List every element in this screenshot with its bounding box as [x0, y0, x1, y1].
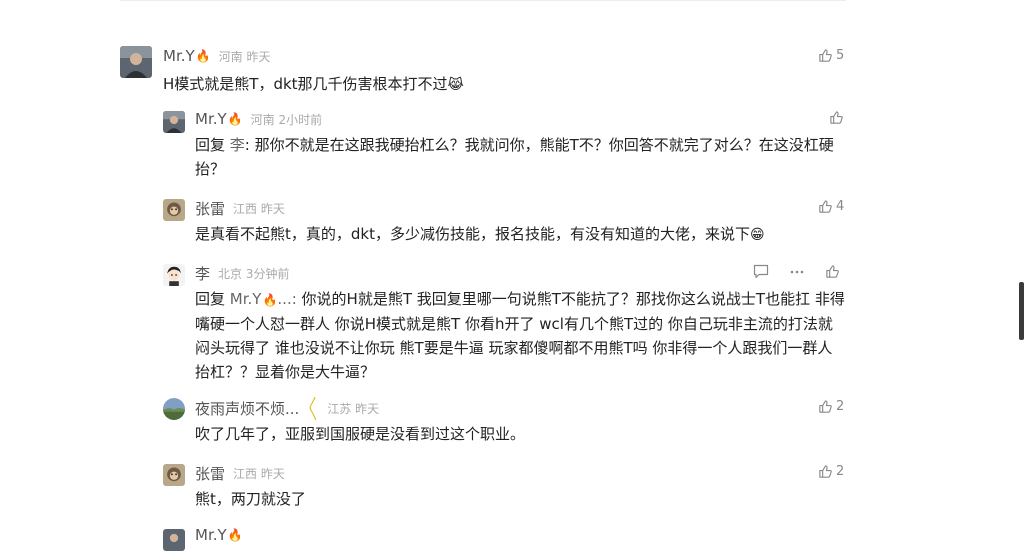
avatar[interactable]	[120, 46, 152, 78]
thumbs-up-icon	[819, 400, 832, 413]
comment-text: 是真看不起熊t，真的，dkt，多少减伤技能，报名技能，有没有知道的大佬，来说下😁	[195, 225, 765, 243]
like-count: 2	[836, 464, 845, 479]
top-divider	[120, 0, 846, 1]
comment-text: 吹了几年了，亚服到国服硬是没看到过这个职业。	[195, 425, 526, 443]
like-button[interactable]: 2	[818, 399, 844, 414]
more-icon	[790, 270, 804, 274]
avatar[interactable]	[163, 111, 185, 133]
username[interactable]: 张雷	[195, 463, 225, 484]
username[interactable]: 夜雨声烦不烦...	[195, 398, 299, 419]
thumbs-up-icon	[819, 465, 832, 478]
vip-badge-icon: 〳〵	[307, 402, 320, 416]
comment-text: 熊t，两刀就没了	[195, 490, 306, 508]
username[interactable]: 张雷	[195, 198, 225, 219]
thumbs-up-icon	[830, 111, 843, 124]
thumbs-up-icon	[819, 49, 832, 62]
comment-icon	[753, 264, 769, 279]
grin-emoji: 😁	[749, 227, 765, 243]
reply-to-user[interactable]: 李	[230, 136, 245, 154]
comment-text: 回复 Mr.Y🔥...: 你说的H就是熊T 我回复里哪一句说熊T不能抗了？那找你…	[195, 290, 845, 381]
thumbs-up-icon	[819, 200, 832, 213]
username[interactable]: Mr.Y	[163, 47, 195, 65]
avatar[interactable]	[163, 398, 185, 420]
like-button[interactable]	[825, 264, 840, 279]
comment-text: 回复 李: 那你不就是在这跟我硬抬杠么？我就问你，熊能T不？你回答不就完了对么？…	[195, 136, 834, 178]
avatar[interactable]	[163, 264, 185, 286]
comment-meta: 江西 昨天	[233, 467, 285, 481]
avatar[interactable]	[163, 529, 185, 551]
like-button[interactable]: 4	[818, 199, 844, 214]
more-button[interactable]	[789, 264, 805, 279]
cat-emoji: 😹	[447, 77, 464, 93]
comment-meta: 河南 昨天	[218, 49, 271, 64]
username[interactable]: 李	[195, 263, 210, 284]
avatar[interactable]	[163, 199, 185, 221]
comment-meta: 江西 昨天	[233, 202, 285, 216]
username[interactable]: Mr.Y	[195, 110, 227, 128]
comment-text: H模式就是熊T，dkt那几千伤害根本打不过😹	[163, 75, 464, 93]
comment-button[interactable]	[753, 264, 769, 279]
like-button[interactable]	[829, 110, 844, 125]
like-count: 2	[836, 399, 845, 414]
comment-meta: 江苏 昨天	[327, 402, 380, 416]
fire-icon: 🔥	[195, 49, 211, 63]
avatar[interactable]	[163, 464, 185, 486]
comment-meta: 河南 2小时前	[250, 112, 323, 127]
reply-to-user[interactable]: Mr.Y	[230, 290, 262, 308]
like-count: 5	[836, 48, 845, 63]
thumbs-up-icon	[826, 265, 839, 278]
username[interactable]: Mr.Y	[195, 526, 227, 544]
fire-icon: 🔥	[227, 528, 243, 542]
like-button[interactable]: 5	[818, 48, 844, 63]
like-button[interactable]: 2	[818, 464, 844, 479]
fire-icon: 🔥	[227, 112, 243, 126]
fire-icon: 🔥	[262, 293, 278, 307]
scrollbar-thumb[interactable]	[1019, 282, 1024, 340]
comment-meta: 北京 3分钟前	[218, 267, 290, 281]
like-count: 4	[836, 199, 845, 214]
